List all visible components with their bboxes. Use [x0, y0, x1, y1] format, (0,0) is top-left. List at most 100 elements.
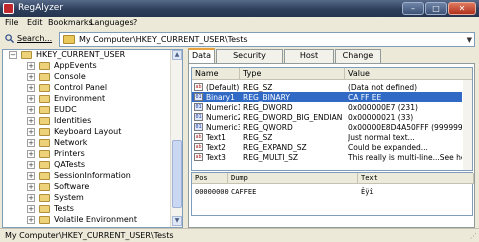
tree-item-label: Keyboard Layout [54, 127, 122, 136]
resize-grip-icon[interactable]: ⋰ [470, 232, 477, 240]
status-bar: My Computer\HKEY_CURRENT_USER\Tests ⋰ [0, 228, 479, 242]
expand-icon[interactable]: + [27, 161, 35, 169]
hex-column-text: Text [358, 173, 474, 184]
tree-item-label: System [54, 193, 84, 202]
expand-icon[interactable]: + [27, 84, 35, 92]
string-value-icon: ab [194, 143, 203, 151]
folder-icon [39, 194, 50, 202]
folder-icon [39, 139, 50, 147]
folder-icon [39, 62, 50, 70]
menu-bar: File Edit Bookmarks Languages ? [0, 17, 479, 31]
menu-edit[interactable]: Edit [27, 18, 43, 27]
cell-value: (Data not defined) [348, 83, 418, 92]
tab-change-logs[interactable]: Change logs [335, 49, 381, 72]
tree-item-label: AppEvents [54, 61, 97, 70]
cell-value: 0x000000E7 (231) [348, 103, 418, 112]
search-label: Search... [17, 34, 53, 43]
maximize-button[interactable]: □ [425, 2, 447, 15]
cell-name: Text2 [206, 143, 226, 152]
menu-file[interactable]: File [5, 18, 18, 27]
expand-icon[interactable]: + [27, 95, 35, 103]
cell-value: Just normal text... [348, 133, 415, 142]
cell-type: REG_EXPAND_SZ [243, 143, 307, 152]
chevron-down-icon[interactable]: ▼ [467, 36, 472, 44]
menu-languages[interactable]: Languages [90, 18, 134, 27]
search-button[interactable]: Search... [3, 32, 55, 46]
path-address-field[interactable]: My Computer\HKEY_CURRENT_USER\Tests ▼ [59, 32, 475, 47]
table-row[interactable]: 01 Binary1 REG_BINARY CA FF EE [192, 92, 462, 102]
menu-bookmarks[interactable]: Bookmarks [48, 18, 93, 27]
status-text: My Computer\HKEY_CURRENT_USER\Tests [5, 231, 174, 240]
cell-name: Numeric2 [206, 113, 240, 122]
folder-icon [39, 73, 50, 81]
folder-icon [39, 150, 50, 158]
cell-name: Numeric1 [206, 103, 240, 112]
hex-column-dump: Dump [228, 173, 358, 184]
expand-icon[interactable]: + [27, 117, 35, 125]
cell-name: Text1 [206, 133, 226, 142]
tree-item-label: Volatile Environment [54, 215, 137, 224]
regalyzer-app-icon[interactable] [3, 3, 14, 14]
folder-icon [39, 183, 50, 191]
close-button[interactable]: ✕ [448, 2, 476, 15]
tree-scrollbar[interactable]: ▲ ▼ [170, 50, 182, 227]
minimize-button[interactable]: – [402, 2, 424, 15]
expand-icon[interactable]: + [27, 150, 35, 158]
hex-pos: 00000000 [195, 188, 229, 196]
tab-host-database[interactable]: Host database [284, 49, 334, 72]
menu-help[interactable]: ? [133, 18, 137, 27]
values-scrollbar[interactable] [463, 80, 472, 170]
column-header-type[interactable]: Type [240, 68, 345, 80]
scrollbar-thumb[interactable] [172, 140, 182, 208]
table-row[interactable]: ab Text2 REG_EXPAND_SZ Could be expanded... [192, 142, 462, 152]
values-table[interactable]: Name Type Value ab (Default) REG_SZ (Data n… [191, 67, 473, 171]
expand-icon[interactable]: + [27, 216, 35, 224]
binary-value-icon: 01 [194, 113, 203, 121]
expand-icon[interactable]: + [27, 139, 35, 147]
tab-security-information[interactable]: Security information [216, 49, 283, 72]
hex-dump-view[interactable]: Pos Dump Text 00000000 CAFFEE Êÿî [191, 172, 474, 216]
hex-dump: CAFFEE [231, 188, 257, 196]
expand-icon[interactable]: + [27, 73, 35, 81]
column-header-value[interactable]: Value [345, 68, 472, 80]
registry-tree[interactable]: − HKEY_CURRENT_USER + AppEvents + Console + C… [2, 49, 183, 228]
cell-value: 0x00000E8D4A50FFF (999999999... [348, 123, 462, 132]
folder-icon [21, 51, 32, 59]
search-icon [5, 34, 14, 43]
expand-icon[interactable]: + [27, 194, 35, 202]
collapse-icon[interactable]: − [9, 51, 17, 59]
tree-item-label: Software [54, 182, 90, 191]
table-row[interactable]: 01 Numeric3 REG_QWORD 0x00000E8D4A50FFF (99… [192, 122, 462, 132]
details-pane: Data Security information Host database … [186, 48, 477, 228]
toolbar: Search... My Computer\HKEY_CURRENT_USER\… [0, 31, 479, 48]
tab-data[interactable]: Data [188, 48, 215, 64]
cell-type: REG_BINARY [243, 93, 290, 102]
cell-type: REG_DWORD [243, 103, 293, 112]
expand-icon[interactable]: + [27, 183, 35, 191]
tree-root-label: HKEY_CURRENT_USER [36, 50, 126, 59]
scroll-up-icon[interactable]: ▲ [172, 50, 182, 60]
expand-icon[interactable]: + [27, 106, 35, 114]
cell-name: (Default) [206, 83, 240, 92]
expand-icon[interactable]: + [27, 128, 35, 136]
cell-value: CA FF EE [348, 93, 382, 102]
table-row[interactable]: 01 Numeric2 REG_DWORD_BIG_ENDIAN 0x00000021… [192, 112, 462, 122]
tree-item-label: QATests [54, 160, 86, 169]
table-row[interactable]: 01 Numeric1 REG_DWORD 0x000000E7 (231) [192, 102, 462, 112]
cell-value: 0x00000021 (33) [348, 113, 414, 122]
cell-name: Text3 [206, 153, 226, 162]
binary-value-icon: 01 [194, 103, 203, 111]
column-header-name[interactable]: Name [192, 68, 240, 80]
expand-icon[interactable]: + [27, 205, 35, 213]
table-row[interactable]: ab (Default) REG_SZ (Data not defined) [192, 82, 462, 92]
tree-item-label: Tests [54, 204, 74, 213]
expand-icon[interactable]: + [27, 172, 35, 180]
expand-icon[interactable]: + [27, 62, 35, 70]
table-row[interactable]: ab Text3 REG_MULTI_SZ This really is multi-… [192, 152, 462, 162]
tree-item-label: Identities [54, 116, 92, 125]
scroll-down-icon[interactable]: ▼ [172, 216, 182, 226]
table-row[interactable]: ab Text1 REG_SZ Just normal text... [192, 132, 462, 142]
folder-icon [39, 84, 50, 92]
cell-type: REG_SZ [243, 133, 273, 142]
hex-column-pos: Pos [192, 173, 228, 184]
